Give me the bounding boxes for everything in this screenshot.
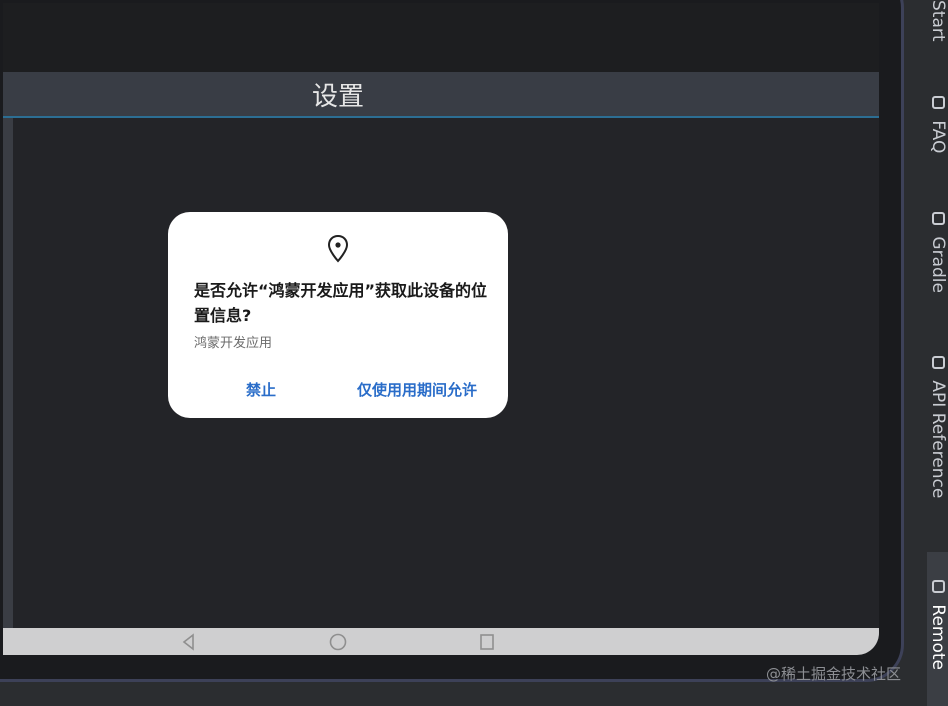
faq-icon — [931, 96, 945, 109]
location-permission-dialog: 是否允许“鸿蒙开发应用”获取此设备的位置信息? 鸿蒙开发应用 禁止 仅使用用期间… — [168, 212, 508, 418]
requesting-app-name: 鸿蒙开发应用 — [194, 336, 273, 351]
sidebar-tab-faq[interactable]: FAQ — [927, 96, 948, 184]
ide-stage: 设置 是否允许“鸿蒙开发应用”获取此设备的位置信息? 鸿蒙开发应用 禁止 仅使用… — [0, 0, 948, 706]
page-title: 设置 — [311, 82, 364, 112]
ide-right-toolbar: Start FAQ Gradle API Reference Remote — [927, 0, 948, 706]
device-screen: 设置 是否允许“鸿蒙开发应用”获取此设备的位置信息? 鸿蒙开发应用 禁止 仅使用… — [3, 3, 879, 655]
sidebar-tab-api-reference[interactable]: API Reference — [927, 356, 948, 536]
sidebar-tab-remote[interactable]: Remote — [927, 552, 948, 706]
home-nav-icon[interactable] — [328, 632, 348, 652]
sidebar-tab-label: API Reference — [928, 380, 948, 499]
sidebar-tab-label: FAQ — [928, 120, 948, 154]
watermark: @稀土掘金技术社区 — [766, 665, 902, 683]
back-nav-icon[interactable] — [179, 632, 199, 652]
api-icon — [931, 356, 945, 369]
system-nav-bar — [3, 628, 879, 655]
location-pin-icon — [327, 234, 349, 263]
device-frame: 设置 是否允许“鸿蒙开发应用”获取此设备的位置信息? 鸿蒙开发应用 禁止 仅使用… — [0, 0, 904, 682]
gradle-icon — [931, 212, 945, 225]
recent-apps-nav-icon[interactable] — [477, 632, 497, 652]
app-title-bar: 设置 — [3, 72, 879, 118]
permission-question: 是否允许“鸿蒙开发应用”获取此设备的位置信息? — [194, 281, 488, 325]
status-bar-area — [3, 3, 879, 72]
sidebar-tab-start[interactable]: Start — [927, 0, 948, 78]
sidebar-tab-label: Start — [928, 0, 948, 42]
content-left-edge — [3, 118, 13, 628]
deny-button[interactable]: 禁止 — [236, 376, 286, 402]
sidebar-tab-label: Remote — [928, 604, 948, 670]
remote-icon — [931, 580, 945, 593]
sidebar-tab-label: Gradle — [928, 236, 948, 293]
sidebar-tab-gradle[interactable]: Gradle — [927, 212, 948, 322]
allow-while-using-button[interactable]: 仅使用用期间允许 — [352, 376, 482, 402]
